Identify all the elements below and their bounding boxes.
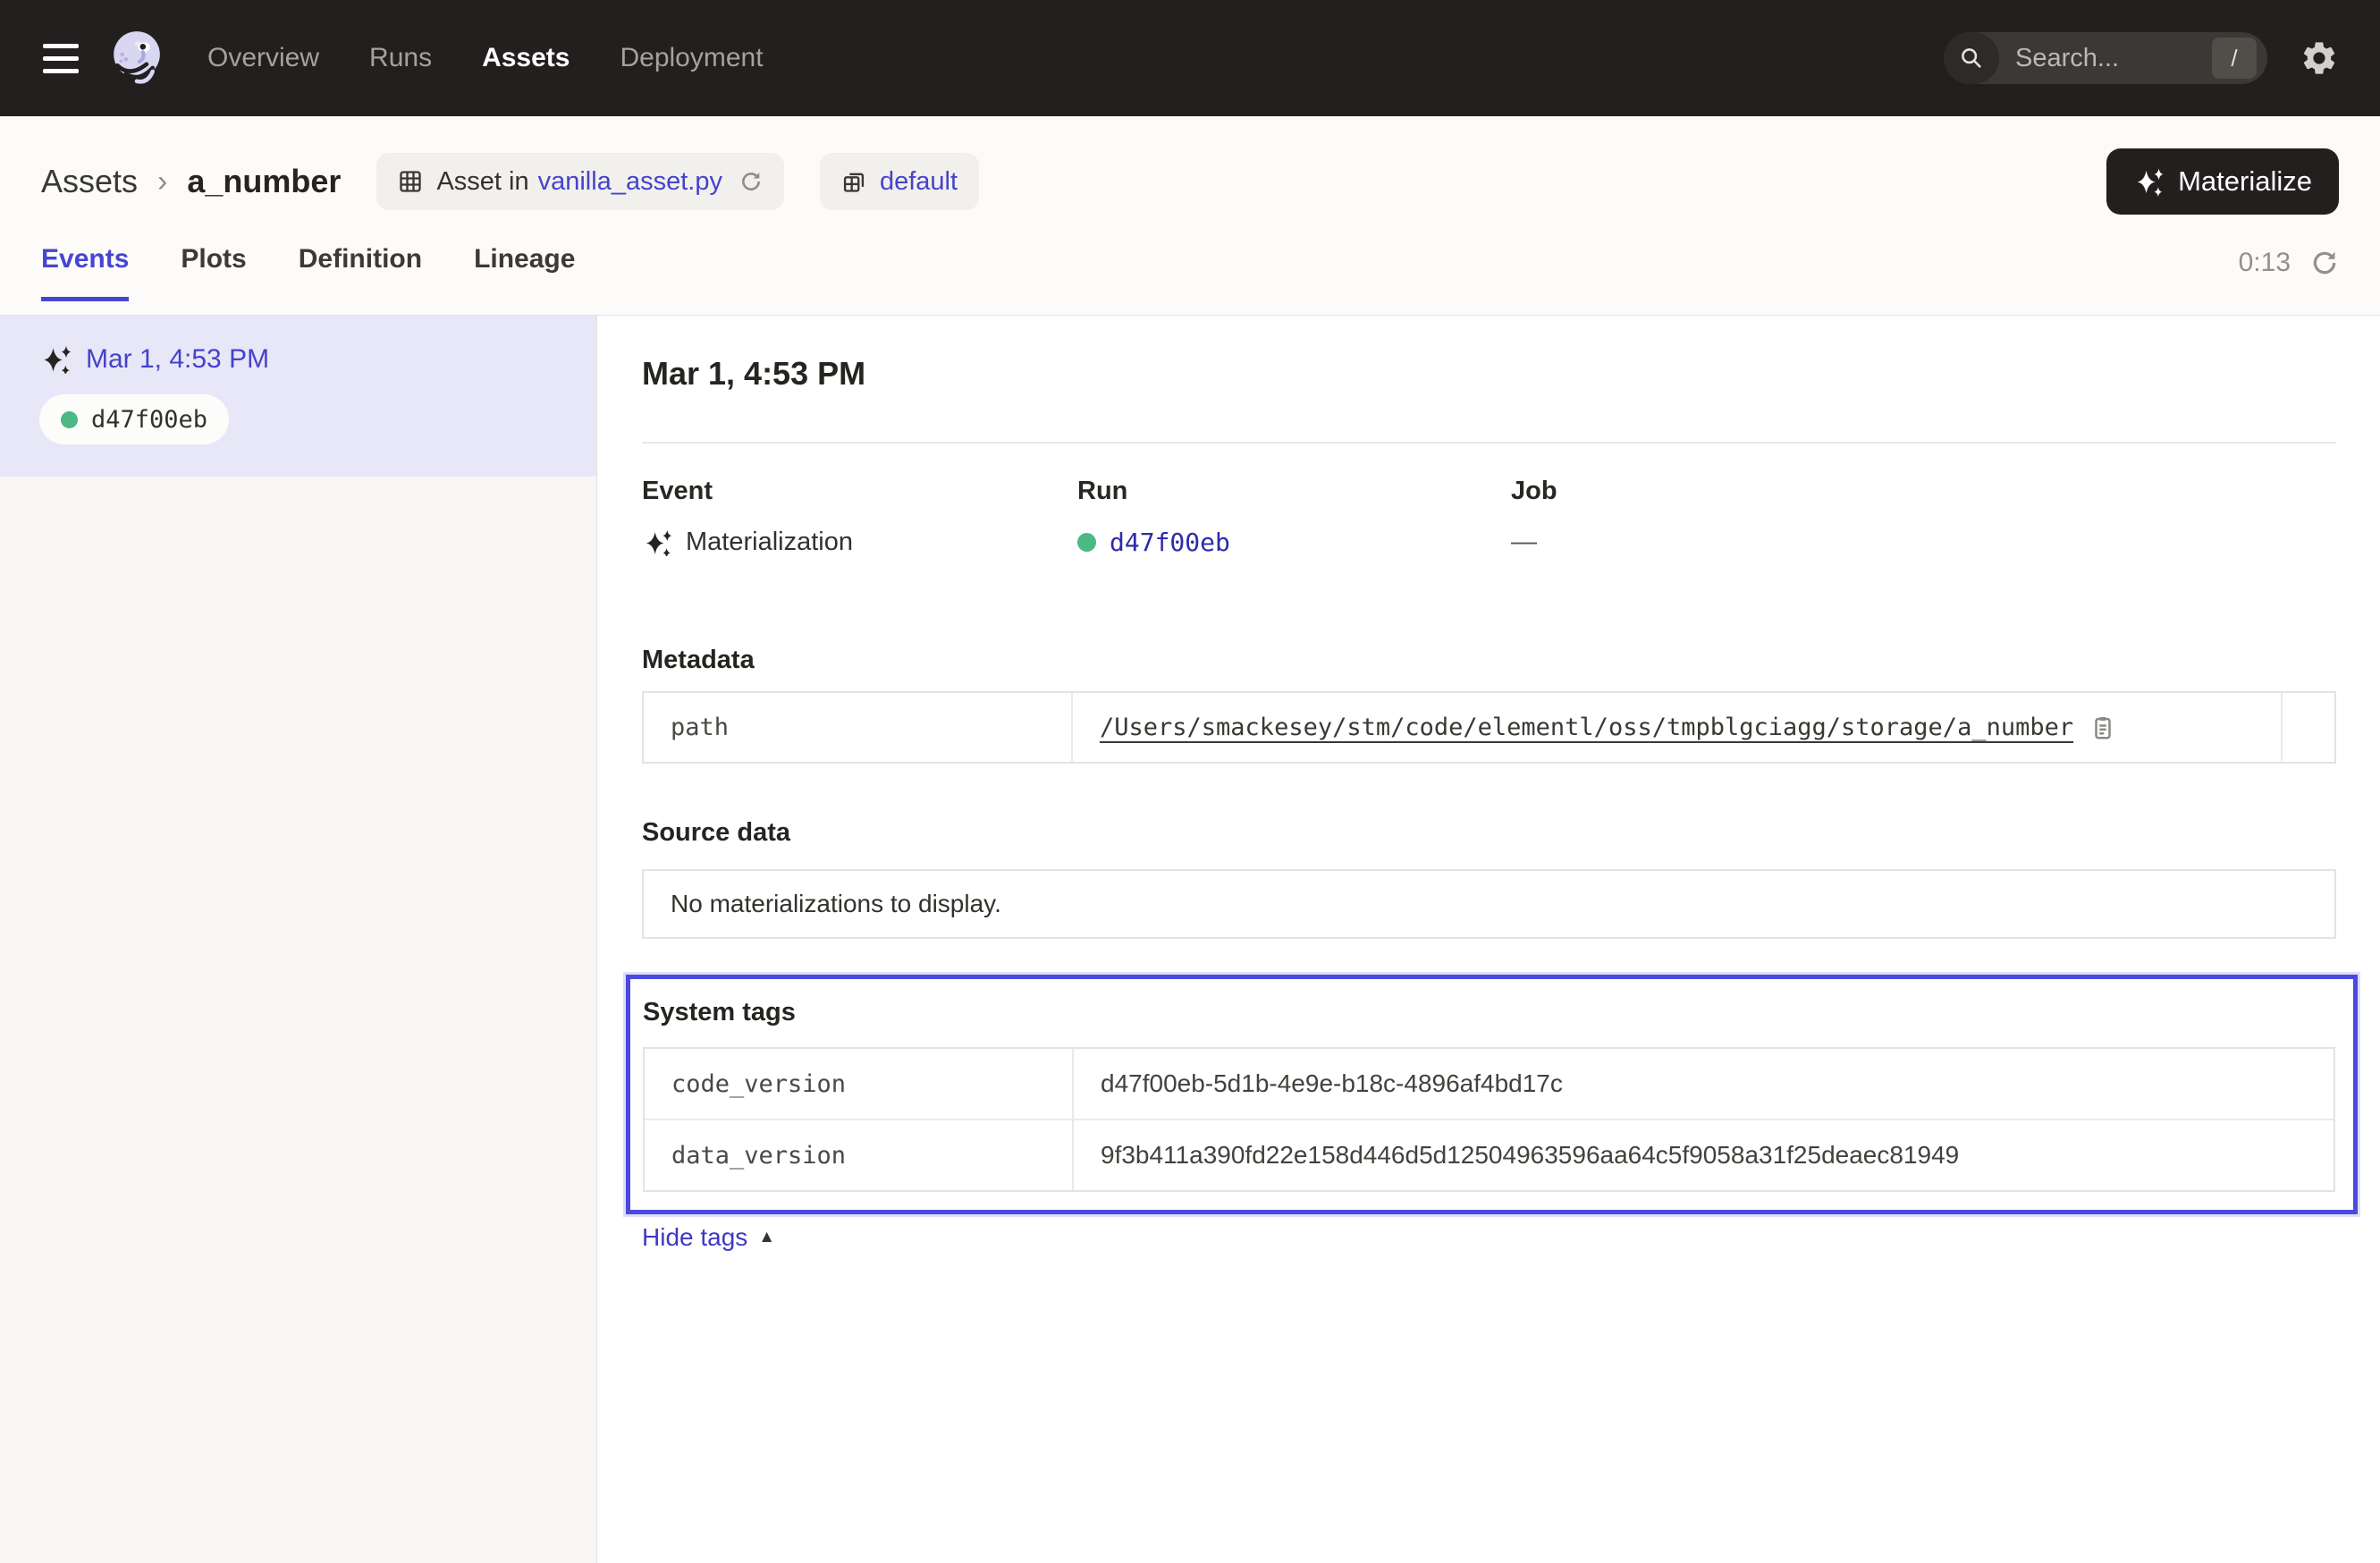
metadata-path-link[interactable]: /Users/smackesey/stm/code/elementl/oss/t…: [1100, 714, 2073, 741]
tab-lineage[interactable]: Lineage: [474, 243, 575, 301]
search-icon: [1944, 32, 1999, 84]
system-tags-section: System tags code_version d47f00eb-5d1b-4…: [626, 975, 2358, 1214]
breadcrumb-assets-link[interactable]: Assets: [41, 163, 138, 200]
group-grid-icon: [841, 169, 866, 194]
hide-tags-link[interactable]: Hide tags ▲: [642, 1223, 775, 1252]
reload-definitions-icon[interactable]: [739, 170, 763, 193]
asset-definition-badge: Asset in vanilla_asset.py: [376, 153, 784, 210]
search-input[interactable]: [1999, 44, 2212, 73]
metadata-row-end-cell: [2283, 693, 2334, 762]
system-tags-heading: System tags: [643, 997, 2335, 1027]
copy-icon[interactable]: [2089, 714, 2116, 741]
top-nav: Overview Runs Assets Deployment /: [0, 0, 2380, 116]
gear-icon[interactable]: [2300, 38, 2339, 78]
tab-bar: Events Plots Definition Lineage 0:13: [41, 243, 2339, 301]
run-status-dot: [1077, 533, 1096, 552]
nav-item-assets[interactable]: Assets: [482, 43, 570, 73]
materialization-sparkle-icon: [39, 345, 72, 374]
asset-file-link[interactable]: vanilla_asset.py: [538, 167, 722, 197]
nav-links: Overview Runs Assets Deployment: [207, 43, 764, 73]
page-header: Assets › a_number Asset in vanilla_asset…: [0, 116, 2380, 316]
tag-key: data_version: [645, 1120, 1074, 1190]
materialize-button[interactable]: Materialize: [2106, 148, 2339, 215]
events-sidebar: Mar 1, 4:53 PM d47f00eb: [0, 316, 597, 1563]
asset-in-label: Asset in: [436, 167, 528, 197]
search-box[interactable]: /: [1944, 32, 2267, 84]
run-column-label: Run: [1077, 476, 1511, 506]
refresh-countdown: 0:13: [2239, 248, 2291, 278]
tab-definition[interactable]: Definition: [299, 243, 422, 301]
event-type-value: Materialization: [686, 528, 853, 557]
table-row: data_version 9f3b411a390fd22e158d446d5d1…: [645, 1119, 2334, 1190]
tag-value: d47f00eb-5d1b-4e9e-b18c-4896af4bd17c: [1101, 1069, 1563, 1098]
metadata-heading: Metadata: [642, 645, 2336, 675]
run-id-link[interactable]: d47f00eb: [1110, 528, 1230, 557]
nav-item-overview[interactable]: Overview: [207, 43, 319, 73]
event-detail-panel: Mar 1, 4:53 PM Event Materialization Run…: [597, 316, 2380, 1563]
divider: [642, 442, 2336, 444]
sparkle-icon: [2133, 166, 2164, 197]
menu-icon[interactable]: [41, 38, 80, 79]
event-timestamp: Mar 1, 4:53 PM: [86, 344, 269, 375]
source-data-heading: Source data: [642, 817, 2336, 848]
metadata-key: path: [644, 693, 1073, 762]
group-link[interactable]: default: [880, 167, 958, 197]
table-row: code_version d47f00eb-5d1b-4e9e-b18c-489…: [645, 1049, 2334, 1119]
breadcrumb: Assets › a_number Asset in vanilla_asset…: [41, 148, 2339, 215]
search-shortcut-key: /: [2212, 38, 2257, 79]
source-data-empty-message: No materializations to display.: [642, 869, 2336, 939]
table-row: path /Users/smackesey/stm/code/elementl/…: [644, 693, 2334, 762]
system-tags-table: code_version d47f00eb-5d1b-4e9e-b18c-489…: [643, 1047, 2335, 1192]
breadcrumb-separator: ›: [157, 165, 167, 199]
event-title: Mar 1, 4:53 PM: [642, 355, 2336, 393]
tag-key: code_version: [645, 1049, 1074, 1119]
materialization-sparkle-icon: [642, 529, 672, 556]
refresh-icon[interactable]: [2310, 249, 2339, 277]
dagster-logo[interactable]: [107, 28, 166, 89]
run-status-dot: [61, 411, 78, 428]
group-badge: default: [820, 153, 979, 210]
event-details: Event Materialization Run d47f00eb Job —: [642, 476, 2336, 557]
nav-item-deployment[interactable]: Deployment: [620, 43, 763, 73]
job-value: —: [1511, 528, 1537, 557]
event-list-item[interactable]: Mar 1, 4:53 PM d47f00eb: [0, 316, 596, 477]
nav-item-runs[interactable]: Runs: [369, 43, 432, 73]
tag-value: 9f3b411a390fd22e158d446d5d12504963596aa6…: [1101, 1141, 1959, 1170]
page-title: a_number: [187, 163, 341, 200]
tab-plots[interactable]: Plots: [181, 243, 246, 301]
event-column-label: Event: [642, 476, 1077, 506]
job-column-label: Job: [1511, 476, 2336, 506]
metadata-table: path /Users/smackesey/stm/code/elementl/…: [642, 691, 2336, 764]
chevron-up-icon: ▲: [758, 1228, 775, 1247]
tab-events[interactable]: Events: [41, 243, 129, 301]
run-id-pill[interactable]: d47f00eb: [39, 394, 229, 444]
asset-grid-icon: [398, 169, 423, 194]
